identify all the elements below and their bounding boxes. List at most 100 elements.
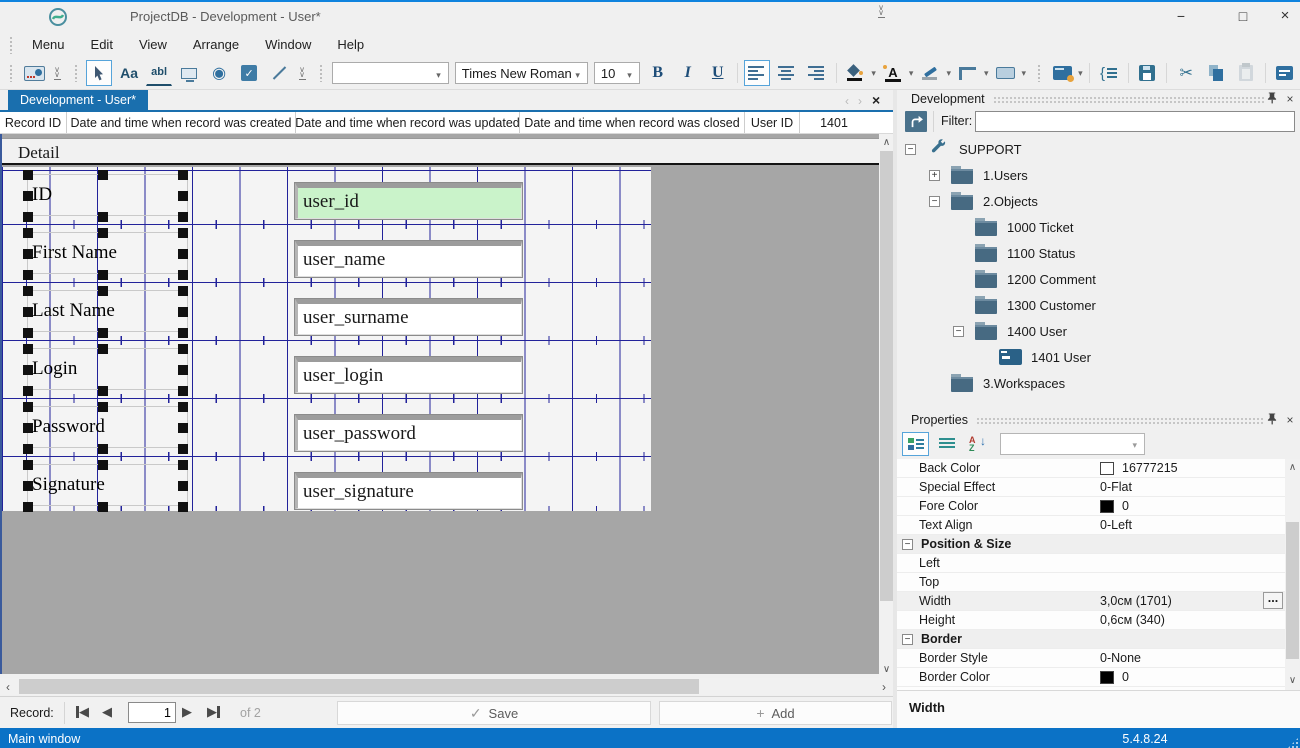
label-control[interactable]: Password	[27, 406, 188, 448]
previous-record-button[interactable]: ◀	[102, 704, 112, 720]
property-value[interactable]: 0	[1100, 670, 1285, 684]
collapse-icon[interactable]: −	[902, 539, 913, 550]
property-category-row[interactable]: − Position & Size	[897, 535, 1285, 553]
property-row-main[interactable]: Width 3,0см (1701) ...	[897, 592, 1285, 610]
next-record-button[interactable]: ▶	[182, 704, 192, 720]
selection-handle[interactable]	[23, 170, 33, 180]
property-value[interactable]: 16777215	[1100, 461, 1285, 475]
selection-handle[interactable]	[178, 270, 188, 280]
categorized-view-button[interactable]	[902, 432, 929, 456]
align-center-button[interactable]	[774, 60, 800, 86]
property-row[interactable]: Width 3,0см (1701) ...	[897, 592, 1285, 611]
selection-handle[interactable]	[178, 365, 188, 375]
vertical-scroll-thumb[interactable]	[880, 151, 893, 601]
property-row[interactable]: Border Color 0	[897, 668, 1285, 687]
close-pane-icon[interactable]: ×	[1282, 413, 1298, 427]
pointer-tool-button[interactable]	[86, 60, 112, 86]
selection-handle[interactable]	[98, 502, 108, 512]
maximize-button[interactable]: □	[1230, 4, 1256, 28]
detail-band-header[interactable]: Detail	[2, 138, 879, 165]
format-drag-handle[interactable]	[319, 64, 323, 82]
property-row-main[interactable]: Back Color 16777215	[897, 459, 1285, 477]
first-record-button[interactable]: ◀	[76, 704, 89, 720]
clipboard-drag-handle[interactable]	[1037, 64, 1041, 82]
selection-handle[interactable]	[98, 386, 108, 396]
collapse-icon[interactable]: −	[905, 144, 916, 155]
cut-button[interactable]: ✂	[1173, 60, 1199, 86]
scroll-right-icon[interactable]: ›	[876, 680, 892, 694]
scroll-up-icon[interactable]: ∧	[879, 137, 894, 148]
form-settings-button[interactable]	[1049, 60, 1075, 86]
tree-item[interactable]: 1300 Customer	[897, 292, 1300, 318]
fill-color-button[interactable]	[842, 60, 868, 86]
field-header-overflow-icon[interactable]: ∨∨	[875, 5, 887, 18]
field-control[interactable]: user_id	[295, 183, 522, 219]
label-control[interactable]: ID	[27, 174, 188, 216]
menubar-drag-handle[interactable]	[9, 36, 14, 54]
bold-button[interactable]: B	[645, 60, 671, 86]
selection-handle[interactable]	[178, 286, 188, 296]
selection-handle[interactable]	[98, 444, 108, 454]
comment-button[interactable]	[1272, 60, 1298, 86]
toolbar-overflow-icon[interactable]: ∨∨	[52, 67, 62, 80]
selection-handle[interactable]	[23, 191, 33, 201]
property-value[interactable]: 0	[1100, 499, 1285, 513]
field-control[interactable]: user_password	[295, 415, 522, 451]
property-row[interactable]: Top	[897, 573, 1285, 592]
tools-overflow-icon[interactable]: ∨∨	[297, 67, 307, 80]
collapse-icon[interactable]: −	[902, 634, 913, 645]
selection-handle[interactable]	[23, 386, 33, 396]
scroll-down-icon[interactable]: ∨	[1285, 675, 1300, 686]
property-row[interactable]: − Border	[897, 630, 1285, 649]
selection-handle[interactable]	[23, 502, 33, 512]
field-header-cell[interactable]: 1401	[800, 112, 868, 133]
toolbar-drag-handle[interactable]	[9, 64, 13, 82]
properties-scrollbar[interactable]: ∧ ∨	[1285, 459, 1300, 690]
property-row[interactable]: Fore Color 0	[897, 497, 1285, 516]
selection-handle[interactable]	[23, 212, 33, 222]
align-right-button[interactable]	[804, 60, 830, 86]
selection-handle[interactable]	[23, 481, 33, 491]
selection-handle[interactable]	[23, 307, 33, 317]
collapse-icon[interactable]: −	[953, 326, 964, 337]
font-size-combobox[interactable]: 10 ▾	[594, 62, 640, 84]
tree-item[interactable]: 3.Workspaces	[897, 370, 1300, 396]
property-row-main[interactable]: Left	[897, 554, 1285, 572]
field-control[interactable]: user_surname	[295, 299, 522, 335]
property-value[interactable]: 0,6см (340)	[1100, 613, 1285, 627]
style-combobox[interactable]: ▾	[332, 62, 449, 84]
selection-handle[interactable]	[23, 228, 33, 238]
selection-handle[interactable]	[98, 286, 108, 296]
font-color-button[interactable]: A	[880, 60, 906, 86]
selection-handle[interactable]	[178, 423, 188, 433]
selection-handle[interactable]	[23, 365, 33, 375]
textbox-tool-button[interactable]: abl	[146, 60, 172, 86]
vertical-scrollbar[interactable]: ∧ ∨	[879, 134, 894, 678]
selection-handle[interactable]	[23, 402, 33, 412]
checkbox-tool-button[interactable]: ✓	[236, 60, 262, 86]
underline-button[interactable]: U	[705, 60, 731, 86]
property-row[interactable]: Left	[897, 554, 1285, 573]
field-header-cell[interactable]: Date and time when record was updated	[296, 112, 520, 133]
property-row-main[interactable]: Border Color 0	[897, 668, 1285, 686]
property-row-main[interactable]: Top	[897, 573, 1285, 591]
outline-button[interactable]: {	[1096, 60, 1122, 86]
fill-color-dropdown[interactable]: ▾	[871, 68, 876, 79]
menu-item-view[interactable]: View	[127, 34, 181, 55]
selection-handle[interactable]	[23, 328, 33, 338]
record-number-input[interactable]	[128, 702, 176, 723]
properties-pane-header[interactable]: Properties ×	[897, 411, 1300, 429]
border-corner-dropdown[interactable]: ▾	[984, 68, 989, 79]
property-value[interactable]: 0-Left	[1100, 518, 1285, 532]
tab-scroll-right-icon[interactable]: ›	[858, 94, 862, 108]
selection-handle[interactable]	[23, 444, 33, 454]
selection-handle[interactable]	[23, 423, 33, 433]
property-row[interactable]: Text Align 0-Left	[897, 516, 1285, 535]
font-color-dropdown[interactable]: ▾	[909, 68, 914, 79]
field-header-cell[interactable]: Date and time when record was created	[67, 112, 296, 133]
field-header-cell[interactable]: User ID	[745, 112, 800, 133]
design-surface[interactable]: ID user_id	[2, 167, 651, 511]
selection-handle[interactable]	[178, 344, 188, 354]
selection-handle[interactable]	[178, 481, 188, 491]
selection-handle[interactable]	[98, 344, 108, 354]
